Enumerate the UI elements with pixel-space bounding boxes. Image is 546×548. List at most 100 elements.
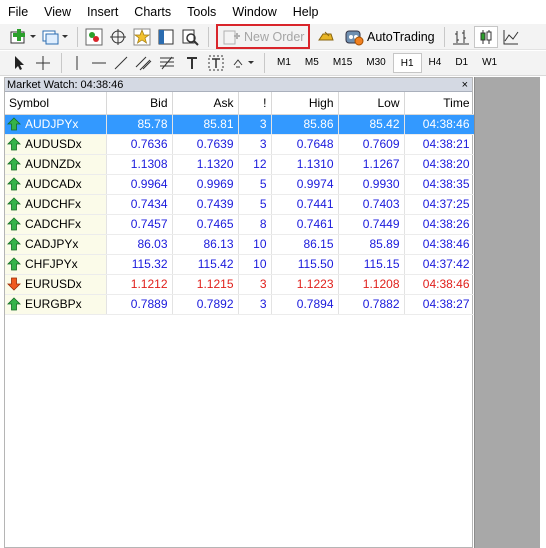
table-row[interactable]: EURGBPx 0.7889 0.7892 3 0.7894 0.7882 04:38:27 (5, 294, 475, 315)
table-row[interactable]: AUDNZDx 1.1308 1.1320 12 1.1310 1.1267 04:38:2… (5, 154, 475, 175)
spread-cell: 12 (238, 154, 272, 175)
timeframe-h4[interactable]: H4 (422, 53, 449, 73)
table-row[interactable]: AUDJPYx 85.78 85.81 3 85.86 85.42 04:38:46 (5, 114, 475, 135)
right-edge (540, 77, 546, 548)
terminal-icon (158, 29, 174, 44)
high-cell: 85.86 (271, 114, 339, 135)
line-chart-button[interactable] (500, 26, 522, 48)
close-icon[interactable]: × (462, 78, 468, 92)
arrows-button[interactable] (229, 52, 257, 74)
gold-bar-button[interactable] (314, 26, 338, 48)
time-cell: 04:38:27 (404, 294, 475, 315)
table-row[interactable]: CADJPYx 86.03 86.13 10 86.15 85.89 04:38:46 (5, 234, 475, 255)
menu-window[interactable]: Window (224, 0, 284, 24)
text-label-button[interactable] (205, 52, 227, 74)
menu-tools[interactable]: Tools (179, 0, 224, 24)
candlestick-icon (480, 29, 492, 44)
timeframe-m5[interactable]: M5 (298, 53, 326, 73)
ask-cell: 0.9969 (172, 174, 239, 195)
symbol-cell[interactable]: EURUSDx (5, 274, 107, 295)
spread-cell: 3 (238, 274, 272, 295)
column-header-high[interactable]: High (271, 92, 339, 115)
table-row[interactable]: EURUSDx 1.1212 1.1215 3 1.1223 1.1208 04:38:46 (5, 274, 475, 295)
text-button[interactable] (181, 52, 203, 74)
equidistant-channel-button[interactable] (133, 52, 155, 74)
column-header-symbol[interactable]: Symbol (5, 92, 107, 115)
bar-chart-button[interactable] (450, 26, 472, 48)
new-chart-button[interactable] (8, 26, 38, 48)
time-cell: 04:38:35 (404, 174, 475, 195)
arrow-up-icon (7, 177, 21, 191)
vertical-line-button[interactable] (67, 52, 87, 74)
table-row[interactable]: CADCHFx 0.7457 0.7465 8 0.7461 0.7449 04:38:26 (5, 214, 475, 235)
symbol-cell[interactable]: AUDUSDx (5, 134, 107, 155)
table-row[interactable]: AUDUSDx 0.7636 0.7639 3 0.7648 0.7609 04:38:21 (5, 134, 475, 155)
column-header-ask[interactable]: Ask (172, 92, 239, 115)
arrow-up-icon (7, 297, 21, 311)
data-window-button[interactable] (107, 26, 129, 48)
arrow-up-icon (7, 137, 21, 151)
profiles-icon (42, 30, 68, 44)
horizontal-line-button[interactable] (89, 52, 109, 74)
low-cell: 85.42 (338, 114, 405, 135)
strategy-tester-button[interactable] (179, 26, 201, 48)
crosshair-move-icon (110, 28, 126, 45)
autotrading-button[interactable]: AutoTrading (340, 26, 439, 48)
symbol-name: AUDCADx (25, 176, 82, 191)
table-row[interactable]: AUDCADx 0.9964 0.9969 5 0.9974 0.9930 04:38:35 (5, 174, 475, 195)
bid-cell: 0.9964 (106, 174, 173, 195)
bid-cell: 86.03 (106, 234, 173, 255)
column-header-time[interactable]: Time (404, 92, 475, 115)
arrow-up-icon (7, 257, 21, 271)
spread-cell: 3 (238, 134, 272, 155)
symbol-cell[interactable]: CHFJPYx (5, 254, 107, 275)
crosshair-button[interactable] (32, 52, 54, 74)
ask-cell: 0.7439 (172, 194, 239, 215)
spread-cell: 3 (238, 294, 272, 315)
column-header-bid[interactable]: Bid (106, 92, 173, 115)
table-row[interactable]: AUDCHFx 0.7434 0.7439 5 0.7441 0.7403 04:37:25 (5, 194, 475, 215)
symbol-cell[interactable]: CADJPYx (5, 234, 107, 255)
symbol-cell[interactable]: AUDNZDx (5, 154, 107, 175)
symbol-cell[interactable]: AUDCHFx (5, 194, 107, 215)
market-watch-button[interactable] (83, 26, 105, 48)
table-row[interactable]: CHFJPYx 115.32 115.42 10 115.50 115.15 04:37:4… (5, 254, 475, 275)
navigator-star-icon (133, 28, 151, 45)
spread-cell: 10 (238, 234, 272, 255)
profiles-button[interactable] (40, 26, 70, 48)
menu-view[interactable]: View (36, 0, 79, 24)
time-cell: 04:38:46 (404, 274, 475, 295)
menu-file[interactable]: File (0, 0, 36, 24)
time-cell: 04:38:46 (404, 234, 475, 255)
timeframe-m15[interactable]: M15 (326, 53, 359, 73)
candlestick-button[interactable] (473, 25, 498, 48)
timeframe-m1[interactable]: M1 (270, 53, 298, 73)
menu-help[interactable]: Help (285, 0, 327, 24)
timeframe-w1[interactable]: W1 (475, 53, 504, 73)
cursor-button[interactable] (10, 52, 30, 74)
terminal-button[interactable] (155, 26, 177, 48)
cursor-arrow-icon (15, 56, 24, 70)
menu-insert[interactable]: Insert (79, 0, 126, 24)
fibonacci-icon (160, 56, 174, 70)
fibonacci-button[interactable] (157, 52, 179, 74)
standard-toolbar: New Order AutoTrading (0, 24, 546, 50)
trendline-button[interactable] (111, 52, 131, 74)
spread-cell: 5 (238, 174, 272, 195)
column-header-spread[interactable]: ! (238, 92, 272, 115)
timeframe-h1[interactable]: H1 (392, 53, 422, 73)
toolbar-separator (77, 26, 78, 47)
symbol-cell[interactable]: AUDJPYx (5, 114, 107, 135)
timeframe-m30[interactable]: M30 (359, 53, 392, 73)
navigator-button[interactable] (131, 26, 153, 48)
symbol-name: EURGBPx (25, 296, 82, 311)
symbol-cell[interactable]: AUDCADx (5, 174, 107, 195)
symbol-cell[interactable]: CADCHFx (5, 214, 107, 235)
column-header-low[interactable]: Low (338, 92, 405, 115)
new-order-button[interactable]: New Order (216, 24, 310, 49)
symbol-cell[interactable]: EURGBPx (5, 294, 107, 315)
timeframe-d1[interactable]: D1 (448, 53, 475, 73)
symbol-name: AUDJPYx (25, 116, 79, 131)
menu-charts[interactable]: Charts (126, 0, 179, 24)
ask-cell: 85.81 (172, 114, 239, 135)
